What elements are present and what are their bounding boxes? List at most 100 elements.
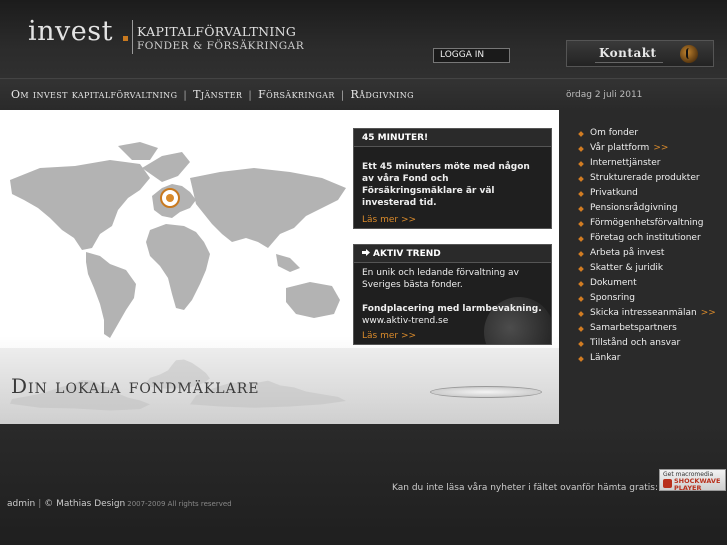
bullet-icon (578, 311, 584, 317)
bullet-icon (578, 251, 584, 257)
current-date: ördag 2 juli 2011 (566, 90, 643, 100)
sidebar-item-label: Skicka intresseanmälan (590, 308, 697, 318)
nav-item-tjanster[interactable]: Tjänster (193, 88, 242, 101)
footer-credits: admin | © Mathias Design 2007-2009 All righ… (7, 499, 232, 509)
contact-button[interactable]: Kontakt (566, 40, 714, 67)
card-title: AKTIV TREND (354, 245, 551, 263)
logo-dot (123, 36, 128, 41)
sidebar-item-arbeta-pa-invest[interactable]: Arbeta på invest (578, 246, 716, 261)
world-map (10, 142, 346, 338)
decorative-disc (430, 386, 542, 398)
sidebar-item-lankar[interactable]: Länkar (578, 351, 716, 366)
invest-logo[interactable]: invest KAPITALFÖRVALTNING FONDER & FÖRSÄ… (26, 14, 304, 58)
copyright-years: 2007-2009 All rights reserved (127, 500, 232, 508)
bullet-icon (578, 191, 584, 197)
nav-links: Om invest kapitalförvaltning | Tjänster | Fö… (11, 88, 414, 101)
card-title-text: AKTIV TREND (373, 249, 441, 259)
nav-separator: | (248, 90, 253, 101)
sidebar: Om fonder Vår plattform >> Internettjänst… (559, 110, 727, 424)
promo-card-45-minuter: 45 MINUTER! Ett 45 minuters möte med någ… (353, 128, 552, 229)
sidebar-item-label: Länkar (590, 353, 621, 363)
bullet-icon (578, 176, 584, 182)
sidebar-item-label: Företag och institutioner (590, 233, 701, 243)
sidebar-item-internettjanster[interactable]: Internettjänster (578, 156, 716, 171)
card-url[interactable]: www.aktiv-trend.se (362, 315, 543, 327)
bullet-icon (578, 236, 584, 242)
card-highlight: Fondplacering med larmbevakning. (362, 304, 542, 314)
admin-link[interactable]: admin (7, 499, 35, 509)
logo-divider (132, 20, 133, 54)
nav-separator: | (340, 90, 345, 101)
logo-subtitle-1: KAPITALFÖRVALTNING (137, 24, 297, 39)
footer-separator: | (38, 499, 42, 509)
card-body: En unik och ledande förvaltning av Sveri… (354, 263, 551, 331)
sidebar-item-label: Strukturerade produkter (590, 173, 700, 183)
bullet-icon (578, 356, 584, 362)
logo-word: invest (28, 16, 113, 47)
sidebar-item-pensionsradgivning[interactable]: Pensionsrådgivning (578, 201, 716, 216)
bullet-icon (578, 131, 584, 137)
sidebar-item-label: Privatkund (590, 188, 638, 198)
card-body: Ett 45 minuters möte med någon av våra F… (362, 162, 530, 208)
nav-separator: | (183, 90, 188, 101)
more-arrows: >> (700, 308, 716, 318)
sidebar-item-label: Tillstånd och ansvar (590, 338, 681, 348)
sidebar-item-tillstand-och-ansvar[interactable]: Tillstånd och ansvar (578, 336, 716, 351)
sidebar-item-label: Internettjänster (590, 158, 661, 168)
sidebar-item-var-plattform[interactable]: Vår plattform >> (578, 141, 716, 156)
sidebar-item-label: Dokument (590, 278, 637, 288)
sidebar-item-label: Skatter & juridik (590, 263, 664, 273)
copyright-text: © Mathias Design (44, 499, 126, 509)
sidebar-menu: Om fonder Vår plattform >> Internettjänst… (578, 126, 716, 366)
bullet-icon (578, 341, 584, 347)
nav-item-forsakringar[interactable]: Försäkringar (258, 88, 335, 101)
main-navigation: Om invest kapitalförvaltning | Tjänster | Fö… (0, 78, 727, 110)
sidebar-item-om-fonder[interactable]: Om fonder (578, 126, 716, 141)
sidebar-item-strukturerade-produkter[interactable]: Strukturerade produkter (578, 171, 716, 186)
sidebar-item-samarbetspartners[interactable]: Samarbetspartners (578, 321, 716, 336)
read-more-link[interactable]: Läs mer >> (362, 215, 416, 225)
site-header: invest KAPITALFÖRVALTNING FONDER & FÖRSÄ… (0, 0, 727, 78)
sidebar-item-label: Sponsring (590, 293, 635, 303)
promo-card-aktiv-trend: AKTIV TREND En unik och ledande förvaltn… (353, 244, 552, 345)
sidebar-item-label: Vår plattform (590, 143, 650, 153)
login-button[interactable]: LOGGA IN (433, 48, 510, 63)
card-description: En unik och ledande förvaltning av Sveri… (362, 268, 519, 290)
bullet-icon (578, 326, 584, 332)
shockwave-logo-icon (663, 479, 672, 488)
nav-item-om-invest[interactable]: Om invest kapitalförvaltning (11, 88, 177, 101)
sidebar-item-label: Pensionsrådgivning (590, 203, 678, 213)
sidebar-item-skatter-juridik[interactable]: Skatter & juridik (578, 261, 716, 276)
sidebar-item-label: Om fonder (590, 128, 639, 138)
logo-subtitle-2: FONDER & FÖRSÄKRINGAR (137, 40, 305, 52)
site-footer: Kan du inte läsa våra nyheter i fältet o… (0, 424, 727, 545)
arrow-right-icon (362, 249, 370, 256)
sidebar-item-foretag-och-institutioner[interactable]: Företag och institutioner (578, 231, 716, 246)
contact-underline (595, 62, 663, 63)
contact-label: Kontakt (599, 46, 657, 60)
sidebar-item-sponsring[interactable]: Sponsring (578, 291, 716, 306)
hero-stage: Din lokala fondmäklare 45 MINUTER! Ett 4… (0, 110, 559, 424)
badge-line-2: SHOCKWAVE PLAYER (674, 477, 721, 492)
shockwave-notice: Kan du inte läsa våra nyheter i fältet o… (392, 483, 658, 493)
sidebar-item-label: Arbeta på invest (590, 248, 665, 258)
bullet-icon (578, 221, 584, 227)
location-marker-icon (160, 188, 180, 208)
sidebar-item-formogenhetsforvaltning[interactable]: Förmögenhetsförvaltning (578, 216, 716, 231)
bullet-icon (578, 161, 584, 167)
read-more-link[interactable]: Läs mer >> (362, 331, 416, 341)
hero-tagline: Din lokala fondmäklare (11, 374, 260, 398)
sidebar-item-skicka-intresseanmalan[interactable]: Skicka intresseanmälan >> (578, 306, 716, 321)
sidebar-item-privatkund[interactable]: Privatkund (578, 186, 716, 201)
bullet-icon (578, 146, 584, 152)
bullet-icon (578, 266, 584, 272)
sidebar-item-dokument[interactable]: Dokument (578, 276, 716, 291)
bullet-icon (578, 296, 584, 302)
sidebar-item-label: Samarbetspartners (590, 323, 677, 333)
shockwave-download-badge[interactable]: Get macromedia SHOCKWAVE PLAYER (659, 469, 726, 492)
card-title: 45 MINUTER! (354, 129, 551, 147)
phone-icon (680, 45, 698, 63)
bullet-icon (578, 281, 584, 287)
nav-item-radgivning[interactable]: Rådgivning (351, 88, 414, 101)
sidebar-item-label: Förmögenhetsförvaltning (590, 218, 704, 228)
